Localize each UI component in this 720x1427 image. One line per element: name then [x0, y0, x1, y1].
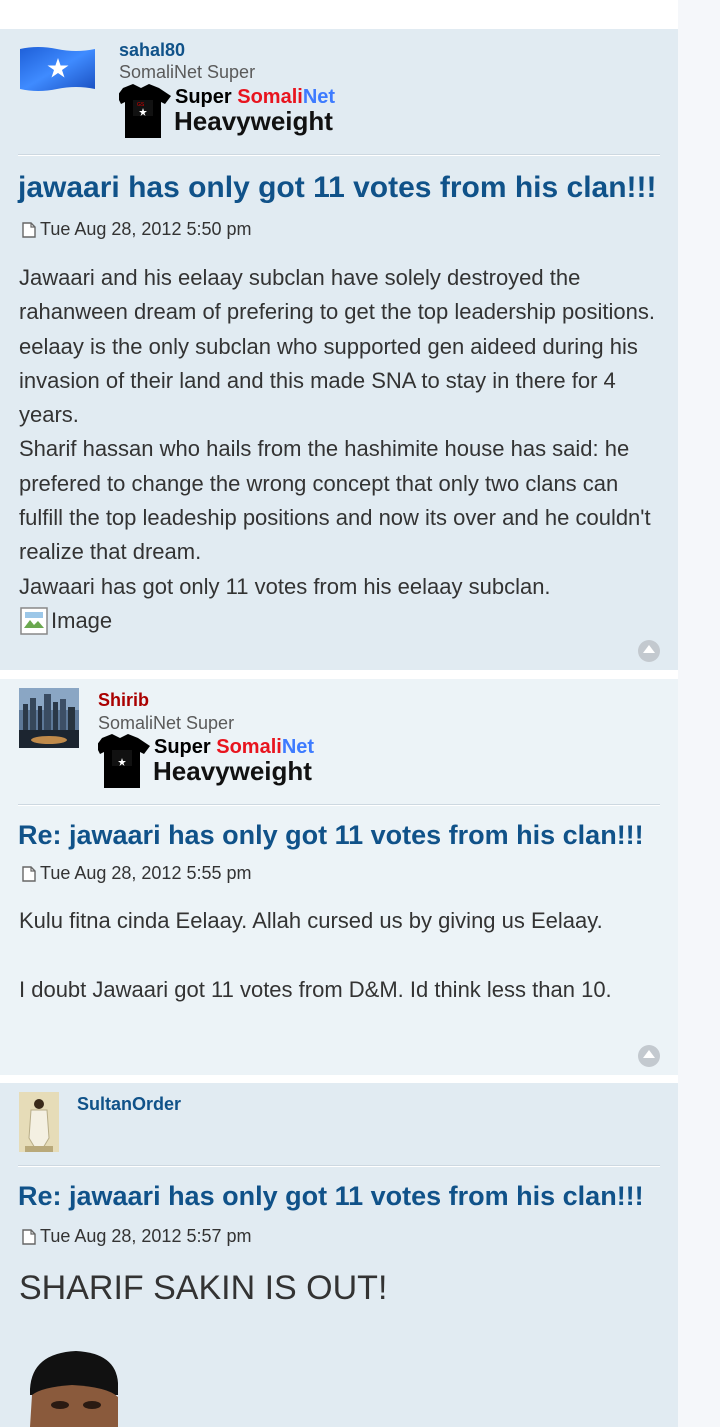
badge-net-text: Net	[282, 736, 315, 758]
post-photo	[22, 1349, 122, 1427]
post-time: Tue Aug 28, 2012 5:55 pm	[22, 863, 252, 884]
post-time-text: Tue Aug 28, 2012 5:50 pm	[40, 219, 252, 239]
post-paragraph: Sharif hassan who hails from the hashimi…	[19, 436, 651, 565]
avatar[interactable]	[19, 688, 79, 748]
post-paragraph: Jawaari has got only 11 votes from his e…	[19, 573, 551, 599]
post-paragraph: I doubt Jawaari got 11 votes from D&M. I…	[19, 976, 612, 1002]
post-2: Shirib SomaliNet Super Super SomaliNet H…	[0, 679, 678, 1075]
post-time: Tue Aug 28, 2012 5:50 pm	[22, 219, 252, 240]
post-title[interactable]: Re: jawaari has only got 11 votes from h…	[18, 820, 644, 851]
svg-text:Super SomaliNet: Super SomaliNet	[175, 86, 335, 108]
broken-image-icon	[20, 607, 48, 635]
post-1: sahal80 SomaliNet Super GS Super SomaliN…	[0, 29, 678, 670]
post-3: SultanOrder Re: jawaari has only got 11 …	[0, 1083, 678, 1427]
back-to-top-button[interactable]	[638, 640, 660, 662]
back-to-top-button[interactable]	[638, 1045, 660, 1067]
username[interactable]: SultanOrder	[77, 1094, 181, 1115]
avatar[interactable]	[20, 45, 95, 91]
badge-net-text: Net	[303, 86, 336, 108]
divider	[18, 804, 660, 806]
avatar[interactable]	[19, 1092, 59, 1152]
post-title[interactable]: Re: jawaari has only got 11 votes from h…	[18, 1181, 644, 1212]
post-content: Kulu fitna cinda Eelaay. Allah cursed us…	[19, 904, 664, 1007]
username[interactable]: sahal80	[119, 40, 185, 61]
post-title[interactable]: jawaari has only got 11 votes from his c…	[18, 171, 657, 205]
username[interactable]: Shirib	[98, 690, 149, 711]
badge-heavyweight-text: Heavyweight	[153, 756, 312, 786]
page-gutter	[678, 0, 720, 1427]
divider	[18, 1165, 660, 1167]
post-paragraph: Kulu fitna cinda Eelaay. Allah cursed us…	[19, 908, 603, 933]
svg-text:GS: GS	[137, 102, 145, 108]
post-icon[interactable]	[22, 221, 36, 238]
user-rank: SomaliNet Super	[98, 713, 235, 733]
broken-image: Image	[19, 604, 112, 638]
post-time-text: Tue Aug 28, 2012 5:55 pm	[40, 863, 252, 883]
post-time-text: Tue Aug 28, 2012 5:57 pm	[40, 1226, 252, 1246]
badge-super-text: Super	[175, 86, 232, 108]
divider	[18, 154, 660, 156]
post-time: Tue Aug 28, 2012 5:57 pm	[22, 1226, 252, 1247]
post-paragraph: Jawaari and his eelaay subclan have sole…	[19, 265, 655, 428]
broken-image-alt-text: Image	[51, 607, 113, 633]
post-icon[interactable]	[22, 865, 36, 882]
rank-badge-image: Super SomaliNet Heavyweight	[96, 732, 320, 790]
badge-super-text: Super	[154, 736, 211, 758]
badge-somali-text: Somali	[216, 736, 282, 758]
svg-text:Super SomaliNet: Super SomaliNet	[154, 736, 314, 758]
rank-badge-image: GS Super SomaliNet Heavyweight	[117, 82, 341, 140]
badge-heavyweight-text: Heavyweight	[174, 106, 333, 136]
user-rank: SomaliNet Super	[119, 62, 256, 82]
post-headline: SHARIF SAKIN IS OUT!	[19, 1269, 388, 1307]
post-content: Jawaari and his eelaay subclan have sole…	[19, 261, 664, 646]
badge-somali-text: Somali	[237, 86, 303, 108]
post-icon[interactable]	[22, 1228, 36, 1245]
